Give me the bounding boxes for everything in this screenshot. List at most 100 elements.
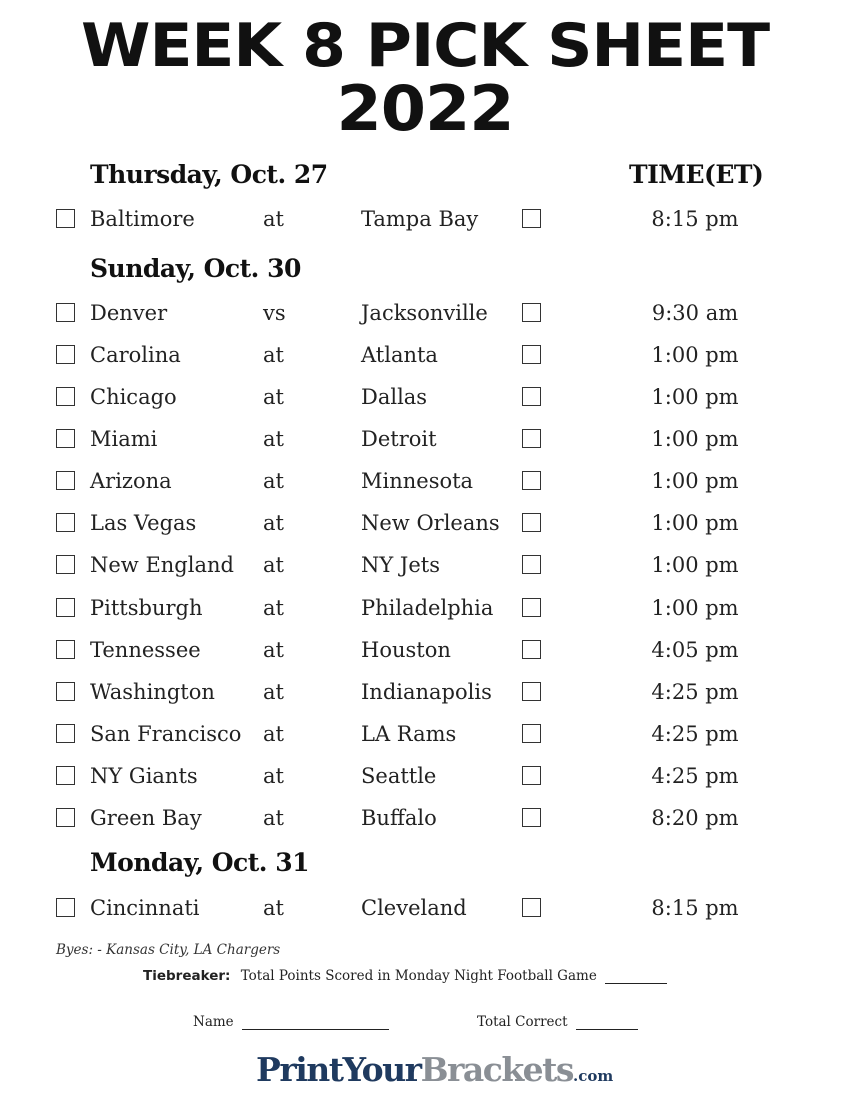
matchup-separator: at xyxy=(263,763,284,788)
total-correct-label: Total Correct xyxy=(477,1014,568,1030)
matchup-separator: at xyxy=(263,427,284,452)
home-pick-checkbox[interactable] xyxy=(522,513,541,533)
home-pick-checkbox[interactable] xyxy=(522,681,541,701)
tiebreaker-input-line[interactable] xyxy=(605,969,668,984)
game-row: Tennessee at Houston 4:05 pm xyxy=(0,635,850,665)
kickoff-time: 9:30 am xyxy=(651,301,739,325)
kickoff-time: 4:25 pm xyxy=(651,721,739,746)
logo-part-2: Brackets xyxy=(420,1050,575,1089)
home-pick-checkbox[interactable] xyxy=(522,765,541,785)
total-correct-field: Total Correct xyxy=(477,1014,638,1030)
home-pick-checkbox[interactable] xyxy=(522,209,541,228)
kickoff-time: 8:15 pm xyxy=(651,207,739,231)
game-row: New England at NY Jets 1:00 pm xyxy=(0,550,850,580)
name-label: Name xyxy=(193,1014,234,1030)
away-pick-checkbox[interactable] xyxy=(56,209,75,228)
matchup-separator: at xyxy=(263,896,284,920)
away-pick-checkbox[interactable] xyxy=(56,723,75,743)
home-team: Houston xyxy=(361,637,451,662)
home-team: Philadelphia xyxy=(361,595,494,620)
away-team: Arizona xyxy=(90,469,172,494)
away-team: San Francisco xyxy=(90,721,242,746)
away-team: NY Giants xyxy=(90,763,198,788)
tiebreaker: Tiebreaker: Total Points Scored in Monda… xyxy=(143,968,668,984)
title-line-1: WEEK 8 PICK SHEET xyxy=(81,11,770,81)
day-header: Monday, Oct. 31 xyxy=(90,848,310,877)
away-pick-checkbox[interactable] xyxy=(56,513,75,533)
matchup-separator: at xyxy=(263,637,284,662)
game-row: Arizona at Minnesota 1:00 pm xyxy=(0,466,850,496)
home-pick-checkbox[interactable] xyxy=(522,597,541,617)
name-field: Name xyxy=(193,1014,389,1030)
matchup-separator: at xyxy=(263,343,284,368)
home-pick-checkbox[interactable] xyxy=(522,639,541,659)
kickoff-time: 4:05 pm xyxy=(651,637,739,662)
home-pick-checkbox[interactable] xyxy=(522,387,541,407)
away-team: Baltimore xyxy=(90,207,195,231)
kickoff-time: 1:00 pm xyxy=(651,343,739,368)
matchup-separator: at xyxy=(263,469,284,494)
kickoff-time: 1:00 pm xyxy=(651,385,739,410)
matchup-separator: at xyxy=(263,207,284,231)
away-team: Denver xyxy=(90,301,168,325)
away-pick-checkbox[interactable] xyxy=(56,387,75,407)
home-pick-checkbox[interactable] xyxy=(522,807,541,827)
game-row: San Francisco at LA Rams 4:25 pm xyxy=(0,719,850,749)
kickoff-time: 8:20 pm xyxy=(651,805,739,830)
name-input-line[interactable] xyxy=(241,1015,389,1030)
away-pick-checkbox[interactable] xyxy=(56,429,75,449)
away-team: Washington xyxy=(90,679,215,704)
away-pick-checkbox[interactable] xyxy=(56,597,75,617)
title-line-2: 2022 xyxy=(336,72,515,145)
game-row: Carolina at Atlanta 1:00 pm xyxy=(0,340,850,370)
away-team: Carolina xyxy=(90,343,181,368)
away-team: Pittsburgh xyxy=(90,595,203,620)
tiebreaker-label: Tiebreaker: xyxy=(143,968,231,984)
game-row: Denver vs Jacksonville 9:30 am xyxy=(0,298,850,328)
away-team: Chicago xyxy=(90,385,177,410)
logo-part-1: PrintYour xyxy=(256,1050,422,1089)
home-pick-checkbox[interactable] xyxy=(522,471,541,491)
away-pick-checkbox[interactable] xyxy=(56,807,75,827)
total-correct-input-line[interactable] xyxy=(575,1015,638,1030)
kickoff-time: 1:00 pm xyxy=(651,511,739,536)
away-team: Miami xyxy=(90,427,158,452)
home-team: Atlanta xyxy=(361,343,438,368)
away-pick-checkbox[interactable] xyxy=(56,765,75,785)
matchup-separator: at xyxy=(263,595,284,620)
matchup-separator: at xyxy=(263,511,284,536)
day-header: Sunday, Oct. 30 xyxy=(90,254,301,283)
away-pick-checkbox[interactable] xyxy=(56,681,75,701)
kickoff-time: 4:25 pm xyxy=(651,679,739,704)
away-pick-checkbox[interactable] xyxy=(56,639,75,659)
home-pick-checkbox[interactable] xyxy=(522,345,541,365)
home-pick-checkbox[interactable] xyxy=(522,898,541,917)
home-pick-checkbox[interactable] xyxy=(522,723,541,743)
matchup-separator: at xyxy=(263,805,284,830)
matchup-separator: vs xyxy=(263,301,286,325)
away-pick-checkbox[interactable] xyxy=(56,471,75,491)
away-team: Tennessee xyxy=(90,637,201,662)
home-team: Detroit xyxy=(361,427,437,452)
game-row: Chicago at Dallas 1:00 pm xyxy=(0,382,850,412)
home-pick-checkbox[interactable] xyxy=(522,429,541,449)
game-row: NY Giants at Seattle 4:25 pm xyxy=(0,761,850,791)
away-pick-checkbox[interactable] xyxy=(56,303,75,322)
kickoff-time: 4:25 pm xyxy=(651,763,739,788)
home-team: Buffalo xyxy=(361,805,437,830)
away-team: Cincinnati xyxy=(90,896,200,920)
home-pick-checkbox[interactable] xyxy=(522,303,541,322)
away-pick-checkbox[interactable] xyxy=(56,898,75,917)
matchup-separator: at xyxy=(263,721,284,746)
matchup-separator: at xyxy=(263,385,284,410)
home-team: Jacksonville xyxy=(361,301,488,325)
home-team: Minnesota xyxy=(361,469,474,494)
away-team: Las Vegas xyxy=(90,511,197,536)
home-team: Cleveland xyxy=(361,896,467,920)
away-team: New England xyxy=(90,553,234,578)
home-pick-checkbox[interactable] xyxy=(522,555,541,575)
matchup-separator: at xyxy=(263,679,284,704)
away-pick-checkbox[interactable] xyxy=(56,555,75,575)
game-row: Washington at Indianapolis 4:25 pm xyxy=(0,677,850,707)
away-pick-checkbox[interactable] xyxy=(56,345,75,365)
